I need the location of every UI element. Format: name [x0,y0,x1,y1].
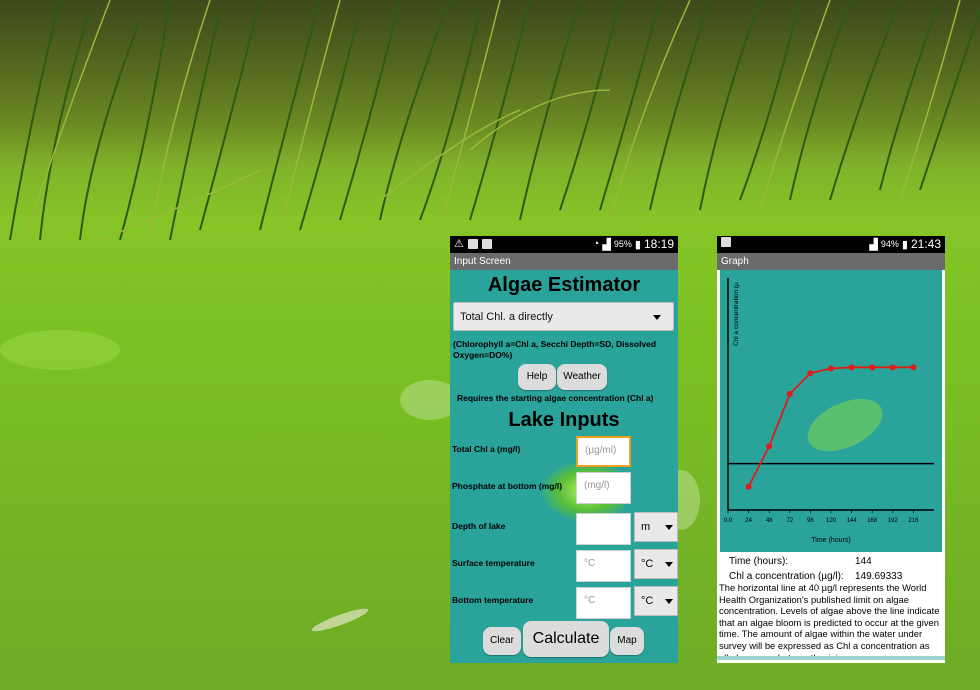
wifi-icon: ◔ [592,238,600,250]
data-point [848,364,855,371]
abbreviation-note: (Chlorophyll a=Chl a, Secchi Depth=SD, D… [453,339,657,360]
data-point [828,365,834,372]
status-bar: ▟ 94% ▮ 21:43 [717,236,945,253]
x-tick-label: 144 [847,518,858,524]
algae-cell-decoration [807,398,883,452]
mode-select[interactable]: Total Chl. a directly [453,302,674,331]
bottom-temp-input[interactable]: °C [576,587,631,619]
phosphate-placeholder: (mg/l) [584,480,610,491]
status-time: 21:43 [910,237,941,251]
data-point [786,391,793,397]
bottom-temp-unit-select[interactable]: °C [634,586,678,616]
x-tick-label: 168 [867,518,878,524]
graph-screen-phone: ▟ 94% ▮ 21:43 Graph 0.0 24 48 72 96 120 144 168… [717,236,945,663]
surface-temp-unit-select[interactable]: °C [634,549,678,579]
water-glare [0,330,120,370]
surface-temp-placeholder: °C [584,558,596,569]
time-value: 144 [855,556,872,567]
y-axis-label: Chl a concentration (µ [733,282,740,346]
chl-label: Chl a concentration (µg/l): [729,571,844,582]
input-screen-phone: ⚠ ◔ ▟ 95% ▮ 18:19 Input Screen Algae Est… [450,236,678,663]
time-label: Time (hours): [729,556,789,567]
total-chl-placeholder: (µg/ml) [585,445,617,456]
surface-temp-input[interactable]: °C [576,550,631,582]
field-label-phosphate: Phosphate at bottom (mg/l) [452,481,563,491]
warning-icon: ⚠ [454,238,464,250]
scroll-indicator[interactable] [717,656,945,660]
mail-icon [481,238,492,249]
clear-button[interactable]: Clear [483,627,521,655]
sd-card-icon [467,238,478,249]
data-point [889,364,896,371]
depth-unit-select[interactable]: m [634,512,678,542]
map-button[interactable]: Map [610,627,644,655]
status-bar: ⚠ ◔ ▟ 95% ▮ 18:19 [450,236,678,253]
data-point [766,443,773,450]
surface-temp-unit-value: °C [641,558,654,570]
status-time: 18:19 [643,237,674,251]
x-tick-label: 24 [745,518,752,524]
chl-value: 149.69333 [855,571,903,582]
leaf-debris [310,605,370,635]
dropdown-caret-icon [665,599,673,604]
graph-description: The horizontal line at 40 µg/l represent… [719,582,940,656]
depth-unit-value: m [641,521,651,533]
screen-title: Input Screen [450,253,678,270]
bottom-temp-placeholder: °C [584,595,596,606]
mode-select-value: Total Chl. a directly [460,311,553,323]
x-tick-label: 192 [888,518,899,524]
graph-panel: 0.0 24 48 72 96 120 144 168 192 216 Time (hours) Ch… [720,270,942,552]
phosphate-input[interactable]: (mg/l) [576,472,631,504]
signal-icon: ▟ [602,238,611,251]
x-tick-label: 72 [786,518,793,524]
signal-icon: ▟ [869,238,878,251]
total-chl-input[interactable]: (µg/ml) [576,436,631,467]
calculate-button[interactable]: Calculate [523,621,609,657]
dropdown-caret-icon [665,562,673,567]
field-label-depth: Depth of lake [452,521,506,531]
field-label-total-chl: Total Chl a (mg/l) [452,444,521,454]
field-label-bottom-temp: Bottom temperature [452,595,534,605]
app-title: Algae Estimator [487,274,641,296]
x-tick-label: 120 [826,518,837,524]
x-tick-label: 48 [766,518,773,524]
x-axis-label: Time (hours) [811,537,850,544]
screen-title: Graph [717,253,945,270]
reeds-grass [9,0,980,240]
dropdown-caret-icon [665,525,673,530]
data-point [807,370,814,377]
battery-percent: 94% [880,239,899,249]
requires-note: Requires the starting algae concentratio… [457,393,654,403]
x-tick-label: 0.0 [724,518,733,524]
data-point [869,364,876,371]
depth-input[interactable] [576,513,631,545]
data-point [745,483,752,490]
battery-icon: ▮ [634,238,641,251]
field-label-surface-temp: Surface temperature [452,558,535,568]
x-tick-label: 216 [908,518,919,524]
bottom-temp-unit-value: °C [641,595,654,607]
x-tick-label: 96 [807,518,814,524]
lake-inputs-title: Lake Inputs [508,409,620,431]
help-button[interactable]: Help [518,364,556,390]
chl-line-chart: 0.0 24 48 72 96 120 144 168 192 216 Time (hours) Ch… [724,278,934,544]
weather-button[interactable]: Weather [557,364,607,390]
battery-percent: 95% [613,239,632,249]
dropdown-caret-icon [653,315,661,320]
data-point [910,364,917,371]
battery-icon: ▮ [901,238,908,251]
sd-card-icon [721,237,731,247]
